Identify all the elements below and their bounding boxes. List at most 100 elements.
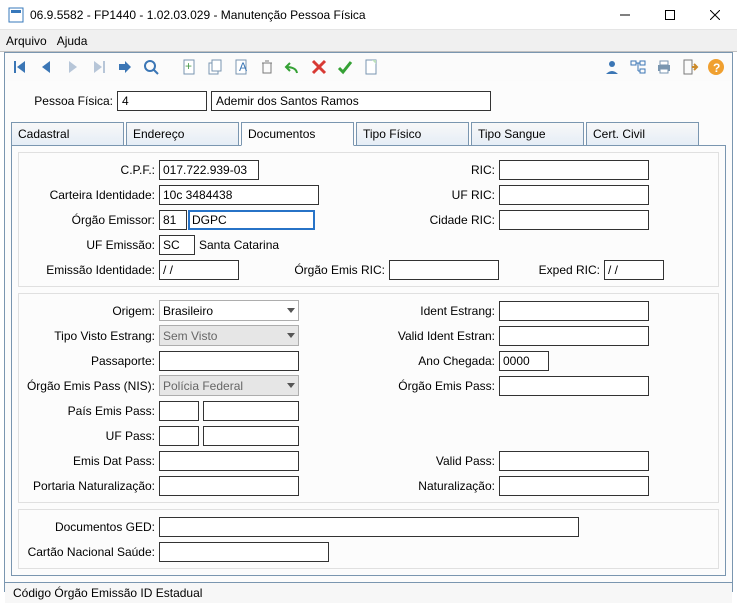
window-title: 06.9.5582 - FP1440 - 1.02.03.029 - Manut… <box>30 8 602 22</box>
tab-tipo-sangue[interactable]: Tipo Sangue <box>471 122 584 146</box>
orgao-emis-pass-nis-label: Órgão Emis Pass (NIS): <box>19 379 159 393</box>
maximize-button[interactable] <box>647 0 692 30</box>
last-record-icon[interactable] <box>87 55 111 79</box>
carteira-ident-field[interactable]: 10c 3484438 <box>159 185 319 205</box>
goto-icon[interactable] <box>113 55 137 79</box>
passaporte-field[interactable] <box>159 351 299 371</box>
tab-cert-civil[interactable]: Cert. Civil <box>586 122 699 146</box>
next-record-icon[interactable] <box>61 55 85 79</box>
emissao-ident-label: Emissão Identidade: <box>19 263 159 277</box>
tab-tipo-fisico[interactable]: Tipo Físico <box>356 122 469 146</box>
uf-ric-label: UF RIC: <box>389 188 499 202</box>
orgao-emis-pass-nis-select: Polícia Federal <box>159 375 299 396</box>
uf-emissao-code-field[interactable]: SC <box>159 235 195 255</box>
doc-ged-label: Documentos GED: <box>19 520 159 534</box>
tabs: Cadastral Endereço Documentos Tipo Físic… <box>5 121 732 145</box>
cns-field[interactable] <box>159 542 329 562</box>
orgao-emis-pass-field[interactable] <box>499 376 649 396</box>
new-icon[interactable]: + <box>177 55 201 79</box>
doc-ged-field[interactable] <box>159 517 579 537</box>
confirm-icon[interactable] <box>333 55 357 79</box>
svg-text:A: A <box>239 60 247 74</box>
chevron-down-icon <box>287 308 295 313</box>
valid-ident-estran-field[interactable] <box>499 326 649 346</box>
user-icon[interactable] <box>600 55 624 79</box>
naturalizacao-field[interactable] <box>499 476 649 496</box>
svg-text:?: ? <box>713 61 720 75</box>
origem-select[interactable]: Brasileiro <box>159 300 299 321</box>
header-row: Pessoa Física: 4 Ademir dos Santos Ramos <box>5 81 732 121</box>
ric-field[interactable] <box>499 160 649 180</box>
cidade-ric-label: Cidade RIC: <box>389 213 499 227</box>
uf-emissao-label: UF Emissão: <box>19 238 159 252</box>
pessoa-fisica-code[interactable]: 4 <box>117 91 207 111</box>
cpf-field[interactable]: 017.722.939-03 <box>159 160 259 180</box>
chevron-down-icon <box>287 383 295 388</box>
tipo-visto-label: Tipo Visto Estrang: <box>19 329 159 343</box>
menu-arquivo[interactable]: Arquivo <box>6 34 47 48</box>
titlebar: 06.9.5582 - FP1440 - 1.02.03.029 - Manut… <box>0 0 737 30</box>
app-icon <box>8 7 24 23</box>
uf-emissao-name: Santa Catarina <box>199 238 279 252</box>
prev-record-icon[interactable] <box>35 55 59 79</box>
pessoa-fisica-label: Pessoa Física: <box>17 94 117 108</box>
origem-label: Origem: <box>19 304 159 318</box>
page-icon[interactable] <box>359 55 383 79</box>
tab-documentos[interactable]: Documentos <box>241 122 354 146</box>
orgao-emis-ric-label: Órgão Emis RIC: <box>279 263 389 277</box>
exit-icon[interactable] <box>678 55 702 79</box>
emis-dat-pass-field[interactable] <box>159 451 299 471</box>
uf-pass-label: UF Pass: <box>19 429 159 443</box>
group-identity: C.P.F.: 017.722.939-03 RIC: Carteira Ide… <box>18 152 719 287</box>
tab-cadastral[interactable]: Cadastral <box>11 122 124 146</box>
group-foreign: Origem: Brasileiro Ident Estrang: Tipo V… <box>18 293 719 503</box>
ident-estrang-field[interactable] <box>499 301 649 321</box>
status-text: Código Órgão Emissão ID Estadual <box>13 586 202 600</box>
cancel-icon[interactable] <box>307 55 331 79</box>
ano-chegada-field[interactable]: 0000 <box>499 351 549 371</box>
emissao-ident-field[interactable]: / / <box>159 260 239 280</box>
ric-label: RIC: <box>389 163 499 177</box>
valid-pass-label: Valid Pass: <box>389 454 499 468</box>
exped-ric-field[interactable]: / / <box>604 260 664 280</box>
undo-icon[interactable] <box>281 55 305 79</box>
group-other: Documentos GED: Cartão Nacional Saúde: <box>18 509 719 569</box>
help-icon[interactable]: ? <box>704 55 728 79</box>
carteira-ident-label: Carteira Identidade: <box>19 188 159 202</box>
first-record-icon[interactable] <box>9 55 33 79</box>
print-icon[interactable] <box>652 55 676 79</box>
cns-label: Cartão Nacional Saúde: <box>19 545 159 559</box>
delete-icon[interactable] <box>255 55 279 79</box>
passaporte-label: Passaporte: <box>19 354 159 368</box>
cidade-ric-field[interactable] <box>499 210 649 230</box>
naturalizacao-label: Naturalização: <box>389 479 499 493</box>
pais-emis-pass-label: País Emis Pass: <box>19 404 159 418</box>
uf-ric-field[interactable] <box>499 185 649 205</box>
edit-icon[interactable]: A <box>229 55 253 79</box>
port-natur-field[interactable] <box>159 476 299 496</box>
tipo-visto-select: Sem Visto <box>159 325 299 346</box>
emis-dat-pass-label: Emis Dat Pass: <box>19 454 159 468</box>
ident-estrang-label: Ident Estrang: <box>389 304 499 318</box>
pais-emis-pass-name-field[interactable] <box>203 401 299 421</box>
orgao-emissor-name-field[interactable]: DGPC <box>188 210 315 230</box>
cpf-label: C.P.F.: <box>19 163 159 177</box>
tab-endereco[interactable]: Endereço <box>126 122 239 146</box>
orgao-emis-ric-field[interactable] <box>389 260 499 280</box>
uf-pass-code-field[interactable] <box>159 426 199 446</box>
tree-icon[interactable] <box>626 55 650 79</box>
close-button[interactable] <box>692 0 737 30</box>
uf-pass-name-field[interactable] <box>203 426 299 446</box>
menubar: Arquivo Ajuda <box>0 30 737 52</box>
copy-icon[interactable] <box>203 55 227 79</box>
minimize-button[interactable] <box>602 0 647 30</box>
menu-ajuda[interactable]: Ajuda <box>57 34 88 48</box>
orgao-emis-pass-label: Órgão Emis Pass: <box>389 379 499 393</box>
pessoa-fisica-name[interactable]: Ademir dos Santos Ramos <box>211 91 491 111</box>
pais-emis-pass-code-field[interactable] <box>159 401 199 421</box>
valid-pass-field[interactable] <box>499 451 649 471</box>
ano-chegada-label: Ano Chegada: <box>389 354 499 368</box>
search-icon[interactable] <box>139 55 163 79</box>
exped-ric-label: Exped RIC: <box>519 263 604 277</box>
orgao-emissor-code-field[interactable]: 81 <box>159 210 187 230</box>
